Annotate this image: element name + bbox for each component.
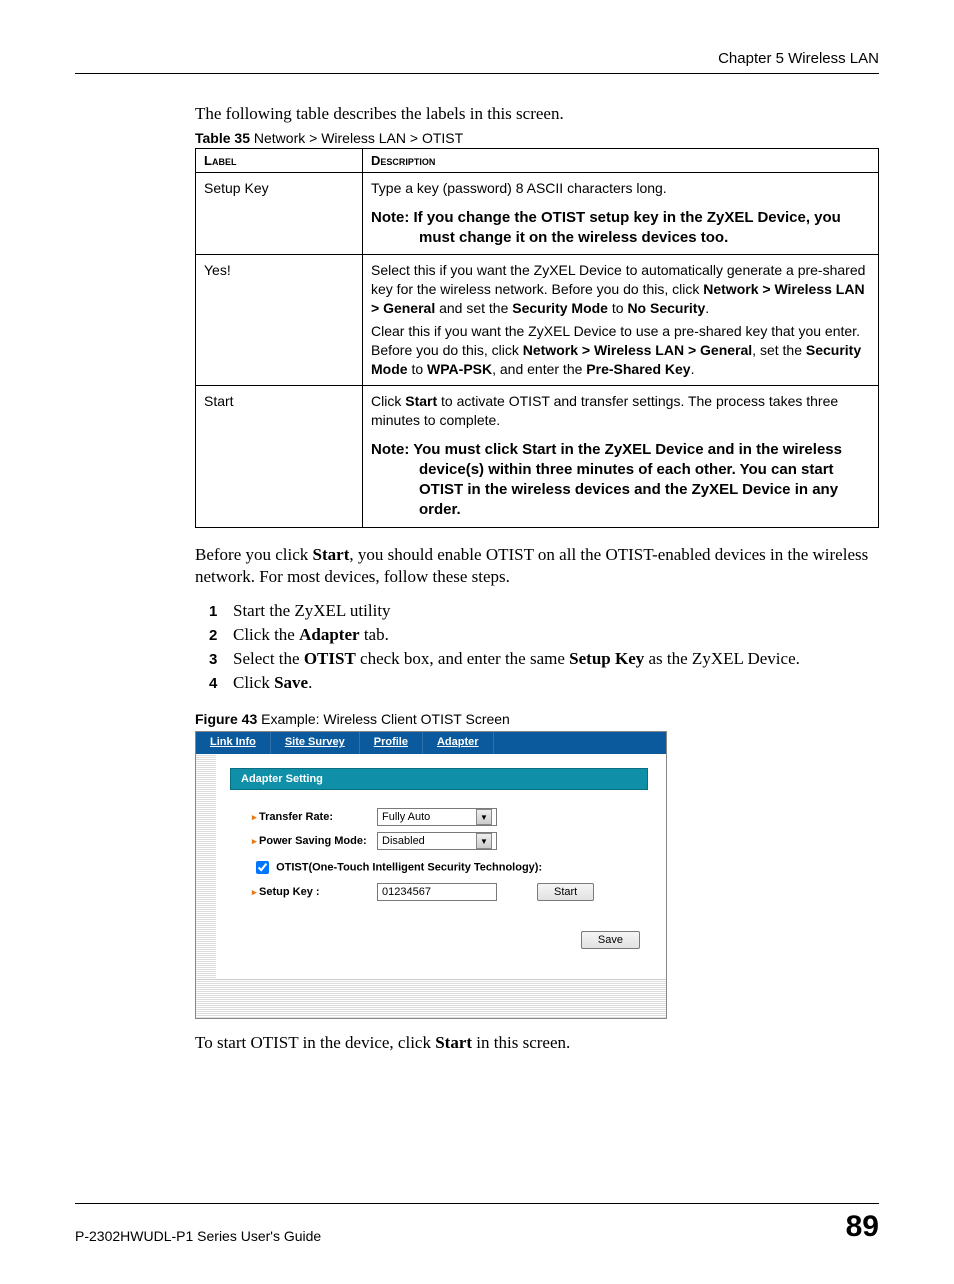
steps-list: 1Start the ZyXEL utility 2Click the Adap… [209,601,879,693]
txt: Before you click [195,545,313,564]
bold: WPA-PSK [427,361,492,377]
row-start-desc: Click Start to activate OTIST and transf… [363,385,879,527]
step-text: Start the ZyXEL utility [233,601,391,620]
table-row: Start Click Start to activate OTIST and … [196,385,879,527]
row-setup-key-label: Setup Key [196,173,363,255]
txt: to [608,300,627,316]
bold: Start [313,545,350,564]
txt: , and enter the [492,361,586,377]
page-footer: P-2302HWUDL-P1 Series User's Guide 89 [75,1210,879,1244]
setup-key-note: Note: If you change the OTIST setup key … [371,208,870,249]
table-35: Label Description Setup Key Type a key (… [195,148,879,528]
adapter-setting-heading: Adapter Setting [230,768,648,790]
chevron-down-icon[interactable]: ▼ [476,833,492,849]
decorative-stripe [196,979,666,1018]
bold: Adapter [299,625,359,644]
txt: Click the [233,625,299,644]
bold: Save [274,673,308,692]
txt: . [705,300,709,316]
table-col-description: Description [363,149,879,173]
header-rule [75,73,879,74]
txt: tab. [360,625,389,644]
tab-site-survey[interactable]: Site Survey [271,732,360,754]
row-start-label: Start [196,385,363,527]
setup-key-desc-text: Type a key (password) 8 ASCII characters… [371,180,667,196]
txt: . [691,361,695,377]
start-note: Note: You must click Start in the ZyXEL … [371,440,870,521]
row-yes-desc: Select this if you want the ZyXEL Device… [363,255,879,385]
list-item: 2Click the Adapter tab. [209,625,879,645]
power-saving-select[interactable]: Disabled ▼ [377,832,497,850]
txt: to activate OTIST and transfer settings.… [371,393,838,428]
transfer-rate-value: Fully Auto [382,811,430,823]
table-col-label: Label [196,149,363,173]
txt: and set the [435,300,512,316]
txt: Click [233,673,274,692]
txt: Select the [233,649,304,668]
bold: Start [435,1033,472,1052]
page-number: 89 [846,1210,879,1244]
figure-caption-bold: Figure 43 [195,711,257,727]
step-number: 3 [209,651,233,668]
figure-caption-rest: Example: Wireless Client OTIST Screen [257,711,510,727]
table-row: Setup Key Type a key (password) 8 ASCII … [196,173,879,255]
bold: Pre-Shared Key [586,361,690,377]
bold: OTIST [304,649,356,668]
step-number: 1 [209,603,233,620]
setup-key-input[interactable] [377,883,497,901]
list-item: 4Click Save. [209,673,879,693]
decorative-stripe [196,754,216,979]
setup-key-label: Setup Key : [252,886,377,898]
tab-adapter[interactable]: Adapter [423,732,494,754]
txt: check box, and enter the same [356,649,569,668]
power-saving-value: Disabled [382,835,425,847]
transfer-rate-select[interactable]: Fully Auto ▼ [377,808,497,826]
intro-text: The following table describes the labels… [195,104,879,124]
figure-43-caption: Figure 43 Example: Wireless Client OTIST… [195,711,879,727]
table-row: Yes! Select this if you want the ZyXEL D… [196,255,879,385]
figure-tabs: Link Info Site Survey Profile Adapter [196,732,666,754]
otist-checkbox[interactable] [256,861,269,874]
list-item: 3Select the OTIST check box, and enter t… [209,649,879,669]
footer-guide-title: P-2302HWUDL-P1 Series User's Guide [75,1228,321,1244]
footer-rule [75,1203,879,1204]
txt: To start OTIST in the device, click [195,1033,435,1052]
save-button[interactable]: Save [581,931,640,949]
power-saving-label: Power Saving Mode: [252,835,377,847]
txt: as the ZyXEL Device. [644,649,800,668]
list-item: 1Start the ZyXEL utility [209,601,879,621]
step-number: 2 [209,627,233,644]
txt: , set the [752,342,806,358]
after-table-para: Before you click Start, you should enabl… [195,544,879,590]
bold: Setup Key [569,649,644,668]
tab-link-info[interactable]: Link Info [196,732,271,754]
txt: in this screen. [472,1033,570,1052]
bold: Network > Wireless LAN > General [523,342,752,358]
otist-checkbox-label: OTIST(One-Touch Intelligent Security Tec… [276,862,542,874]
after-figure-text: To start OTIST in the device, click Star… [195,1033,879,1053]
bold: Security Mode [512,300,608,316]
bold: No Security [627,300,705,316]
table-caption-bold: Table 35 [195,130,250,146]
tab-profile[interactable]: Profile [360,732,423,754]
start-button[interactable]: Start [537,883,594,901]
table-35-caption: Table 35 Network > Wireless LAN > OTIST [195,130,879,146]
txt: . [308,673,312,692]
row-yes-label: Yes! [196,255,363,385]
chevron-down-icon[interactable]: ▼ [476,809,492,825]
bold: Start [405,393,437,409]
txt: to [408,361,427,377]
table-caption-rest: Network > Wireless LAN > OTIST [250,130,463,146]
chapter-header: Chapter 5 Wireless LAN [75,50,879,67]
row-setup-key-desc: Type a key (password) 8 ASCII characters… [363,173,879,255]
transfer-rate-label: Transfer Rate: [252,811,377,823]
step-number: 4 [209,675,233,692]
txt: Click [371,393,405,409]
figure-43-panel: Link Info Site Survey Profile Adapter Ad… [195,731,667,1019]
